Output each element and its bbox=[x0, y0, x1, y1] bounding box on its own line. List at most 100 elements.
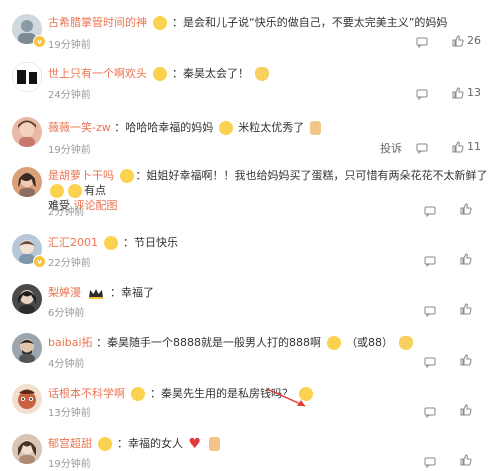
reply-icon bbox=[424, 306, 436, 317]
timestamp: 19分钟前 bbox=[48, 145, 91, 156]
username[interactable]: 话根本不科学啊 bbox=[48, 387, 125, 400]
comment-line: 古希腊掌管时间的神 ：是会和儿子说“快乐的做自己，不要太完美主义”的妈妈 bbox=[48, 16, 448, 30]
thumbs-up-icon bbox=[460, 404, 472, 416]
emoji-icon bbox=[398, 336, 413, 350]
report-label: 投诉 bbox=[380, 142, 402, 155]
like-button[interactable] bbox=[460, 303, 472, 315]
avatar[interactable] bbox=[12, 384, 42, 414]
like-count: 26 bbox=[467, 34, 481, 47]
thumbs-up-icon bbox=[460, 253, 472, 265]
avatar[interactable] bbox=[12, 333, 42, 363]
reply-icon bbox=[416, 37, 428, 48]
username[interactable]: 薇薇一笑-zw bbox=[48, 121, 111, 134]
reply-button[interactable] bbox=[416, 36, 428, 48]
emoji-icon bbox=[326, 336, 341, 350]
like-button[interactable] bbox=[460, 404, 472, 416]
reply-icon bbox=[424, 206, 436, 217]
reply-button[interactable] bbox=[424, 255, 436, 267]
comment-text: 有点 bbox=[84, 184, 106, 197]
comment-list: v 古希腊掌管时间的神 ：是会和儿子说“快乐的做自己，不要太完美主义”的妈妈 1… bbox=[0, 0, 499, 471]
comment-line: 汇汇2001 ：节日快乐 bbox=[48, 236, 178, 250]
verified-badge: v bbox=[33, 255, 46, 268]
thumbs-up-icon bbox=[452, 34, 464, 46]
crown-icon bbox=[97, 437, 112, 451]
emoji-icon bbox=[68, 184, 82, 198]
comment-text: 是会和儿子说“快乐的做自己，不要太完美主义”的妈妈 bbox=[183, 16, 448, 29]
avatar[interactable] bbox=[12, 117, 42, 147]
reply-button[interactable] bbox=[424, 356, 436, 368]
like-button[interactable] bbox=[460, 354, 472, 366]
username[interactable]: 郁宫超甜 bbox=[48, 437, 92, 450]
crown-icon bbox=[119, 169, 134, 183]
avatar[interactable] bbox=[12, 62, 42, 92]
comment-text: 秦昊随手一个8888就是一般男人打的888啊 bbox=[107, 336, 322, 349]
avatar[interactable] bbox=[12, 167, 42, 197]
comment-text: 幸福了 bbox=[121, 286, 154, 299]
avatar[interactable] bbox=[12, 284, 42, 314]
emoji-icon bbox=[218, 121, 233, 135]
timestamp: 13分钟前 bbox=[48, 408, 91, 419]
timestamp: 2分钟前 bbox=[48, 207, 85, 218]
annotation-arrow bbox=[266, 388, 306, 407]
crown-icon bbox=[152, 16, 167, 30]
reply-button[interactable] bbox=[416, 142, 428, 154]
thumbs-up-icon bbox=[452, 86, 464, 98]
emoji-icon bbox=[50, 184, 64, 198]
comment-line: 是胡萝卜干吗 ：姐姐好幸福啊！！我也给妈妈买了蛋糕，只可惜有两朵花花不太新鲜了有… bbox=[48, 169, 488, 212]
reply-button[interactable] bbox=[424, 205, 436, 217]
thumbs-up-icon bbox=[460, 454, 472, 466]
avatar[interactable] bbox=[12, 434, 42, 464]
username[interactable]: 汇汇2001 bbox=[48, 236, 98, 249]
username[interactable]: 梨婷漫 bbox=[48, 286, 81, 299]
comment-line: 世上只有一个啊欢头 ：秦昊太会了！ bbox=[48, 66, 271, 81]
thumbs-up-icon bbox=[452, 140, 464, 152]
username[interactable]: baibai拓 bbox=[48, 336, 93, 349]
crown-icon bbox=[130, 387, 145, 401]
like-count: 13 bbox=[467, 86, 481, 99]
username[interactable]: 世上只有一个啊欢头 bbox=[48, 67, 147, 80]
reply-icon bbox=[424, 457, 436, 468]
comment-line: baibai拓 ：秦昊随手一个8888就是一般男人打的888啊 （或88） bbox=[48, 335, 415, 350]
crown-icon bbox=[152, 67, 167, 81]
reply-button[interactable] bbox=[424, 406, 436, 418]
crown-badge-icon bbox=[88, 288, 103, 299]
reply-button[interactable] bbox=[424, 456, 436, 468]
reply-icon bbox=[424, 256, 436, 267]
comment-line: 薇薇一笑-zw ：哈哈哈幸福的妈妈 米粒太优秀了 bbox=[48, 120, 323, 135]
comment-text: 哈哈哈幸福的妈妈 bbox=[125, 121, 214, 134]
report-button[interactable]: 投诉 bbox=[380, 140, 402, 156]
timestamp: 6分钟前 bbox=[48, 308, 85, 319]
like-button[interactable]: 11 bbox=[452, 140, 481, 153]
reply-icon bbox=[424, 357, 436, 368]
thumbs-up-icon bbox=[460, 203, 472, 215]
username[interactable]: 古希腊掌管时间的神 bbox=[48, 16, 147, 29]
reply-button[interactable] bbox=[424, 305, 436, 317]
thumbs-up-icon bbox=[460, 354, 472, 366]
crown-icon bbox=[103, 236, 118, 250]
like-button[interactable]: 26 bbox=[452, 34, 481, 47]
reply-icon bbox=[416, 143, 428, 154]
timestamp: 24分钟前 bbox=[48, 90, 91, 101]
comment-line: 郁宫超甜 ：幸福的女人 ♥ bbox=[48, 436, 222, 451]
timestamp: 19分钟前 bbox=[48, 459, 91, 470]
like-button[interactable] bbox=[460, 203, 472, 215]
username[interactable]: 是胡萝卜干吗 bbox=[48, 169, 114, 182]
emoji-icon bbox=[254, 67, 269, 81]
comment-line: 梨婷漫 ：幸福了 bbox=[48, 286, 154, 299]
timestamp: 22分钟前 bbox=[48, 258, 91, 269]
like-button[interactable] bbox=[460, 454, 472, 466]
timestamp: 19分钟前 bbox=[48, 40, 91, 51]
comment-text: 秦昊太会了！ bbox=[183, 67, 249, 80]
verified-badge: v bbox=[33, 35, 46, 48]
like-button[interactable]: 13 bbox=[452, 86, 481, 99]
comment-text: 幸福的女人 bbox=[128, 437, 183, 450]
thumbs-up-emoji-icon bbox=[208, 437, 220, 451]
timestamp: 4分钟前 bbox=[48, 359, 85, 370]
like-button[interactable] bbox=[460, 253, 472, 265]
comment-text: 米粒太优秀了 bbox=[238, 121, 305, 134]
thumbs-up-emoji-icon bbox=[309, 121, 321, 135]
comment-text: （或88） bbox=[346, 336, 394, 349]
reply-button[interactable] bbox=[416, 88, 428, 100]
comment-text: 姐姐好幸福啊！！我也给妈妈买了蛋糕，只可惜有两朵花花不太新鲜了 bbox=[146, 169, 488, 182]
heart-icon: ♥ bbox=[188, 436, 202, 452]
